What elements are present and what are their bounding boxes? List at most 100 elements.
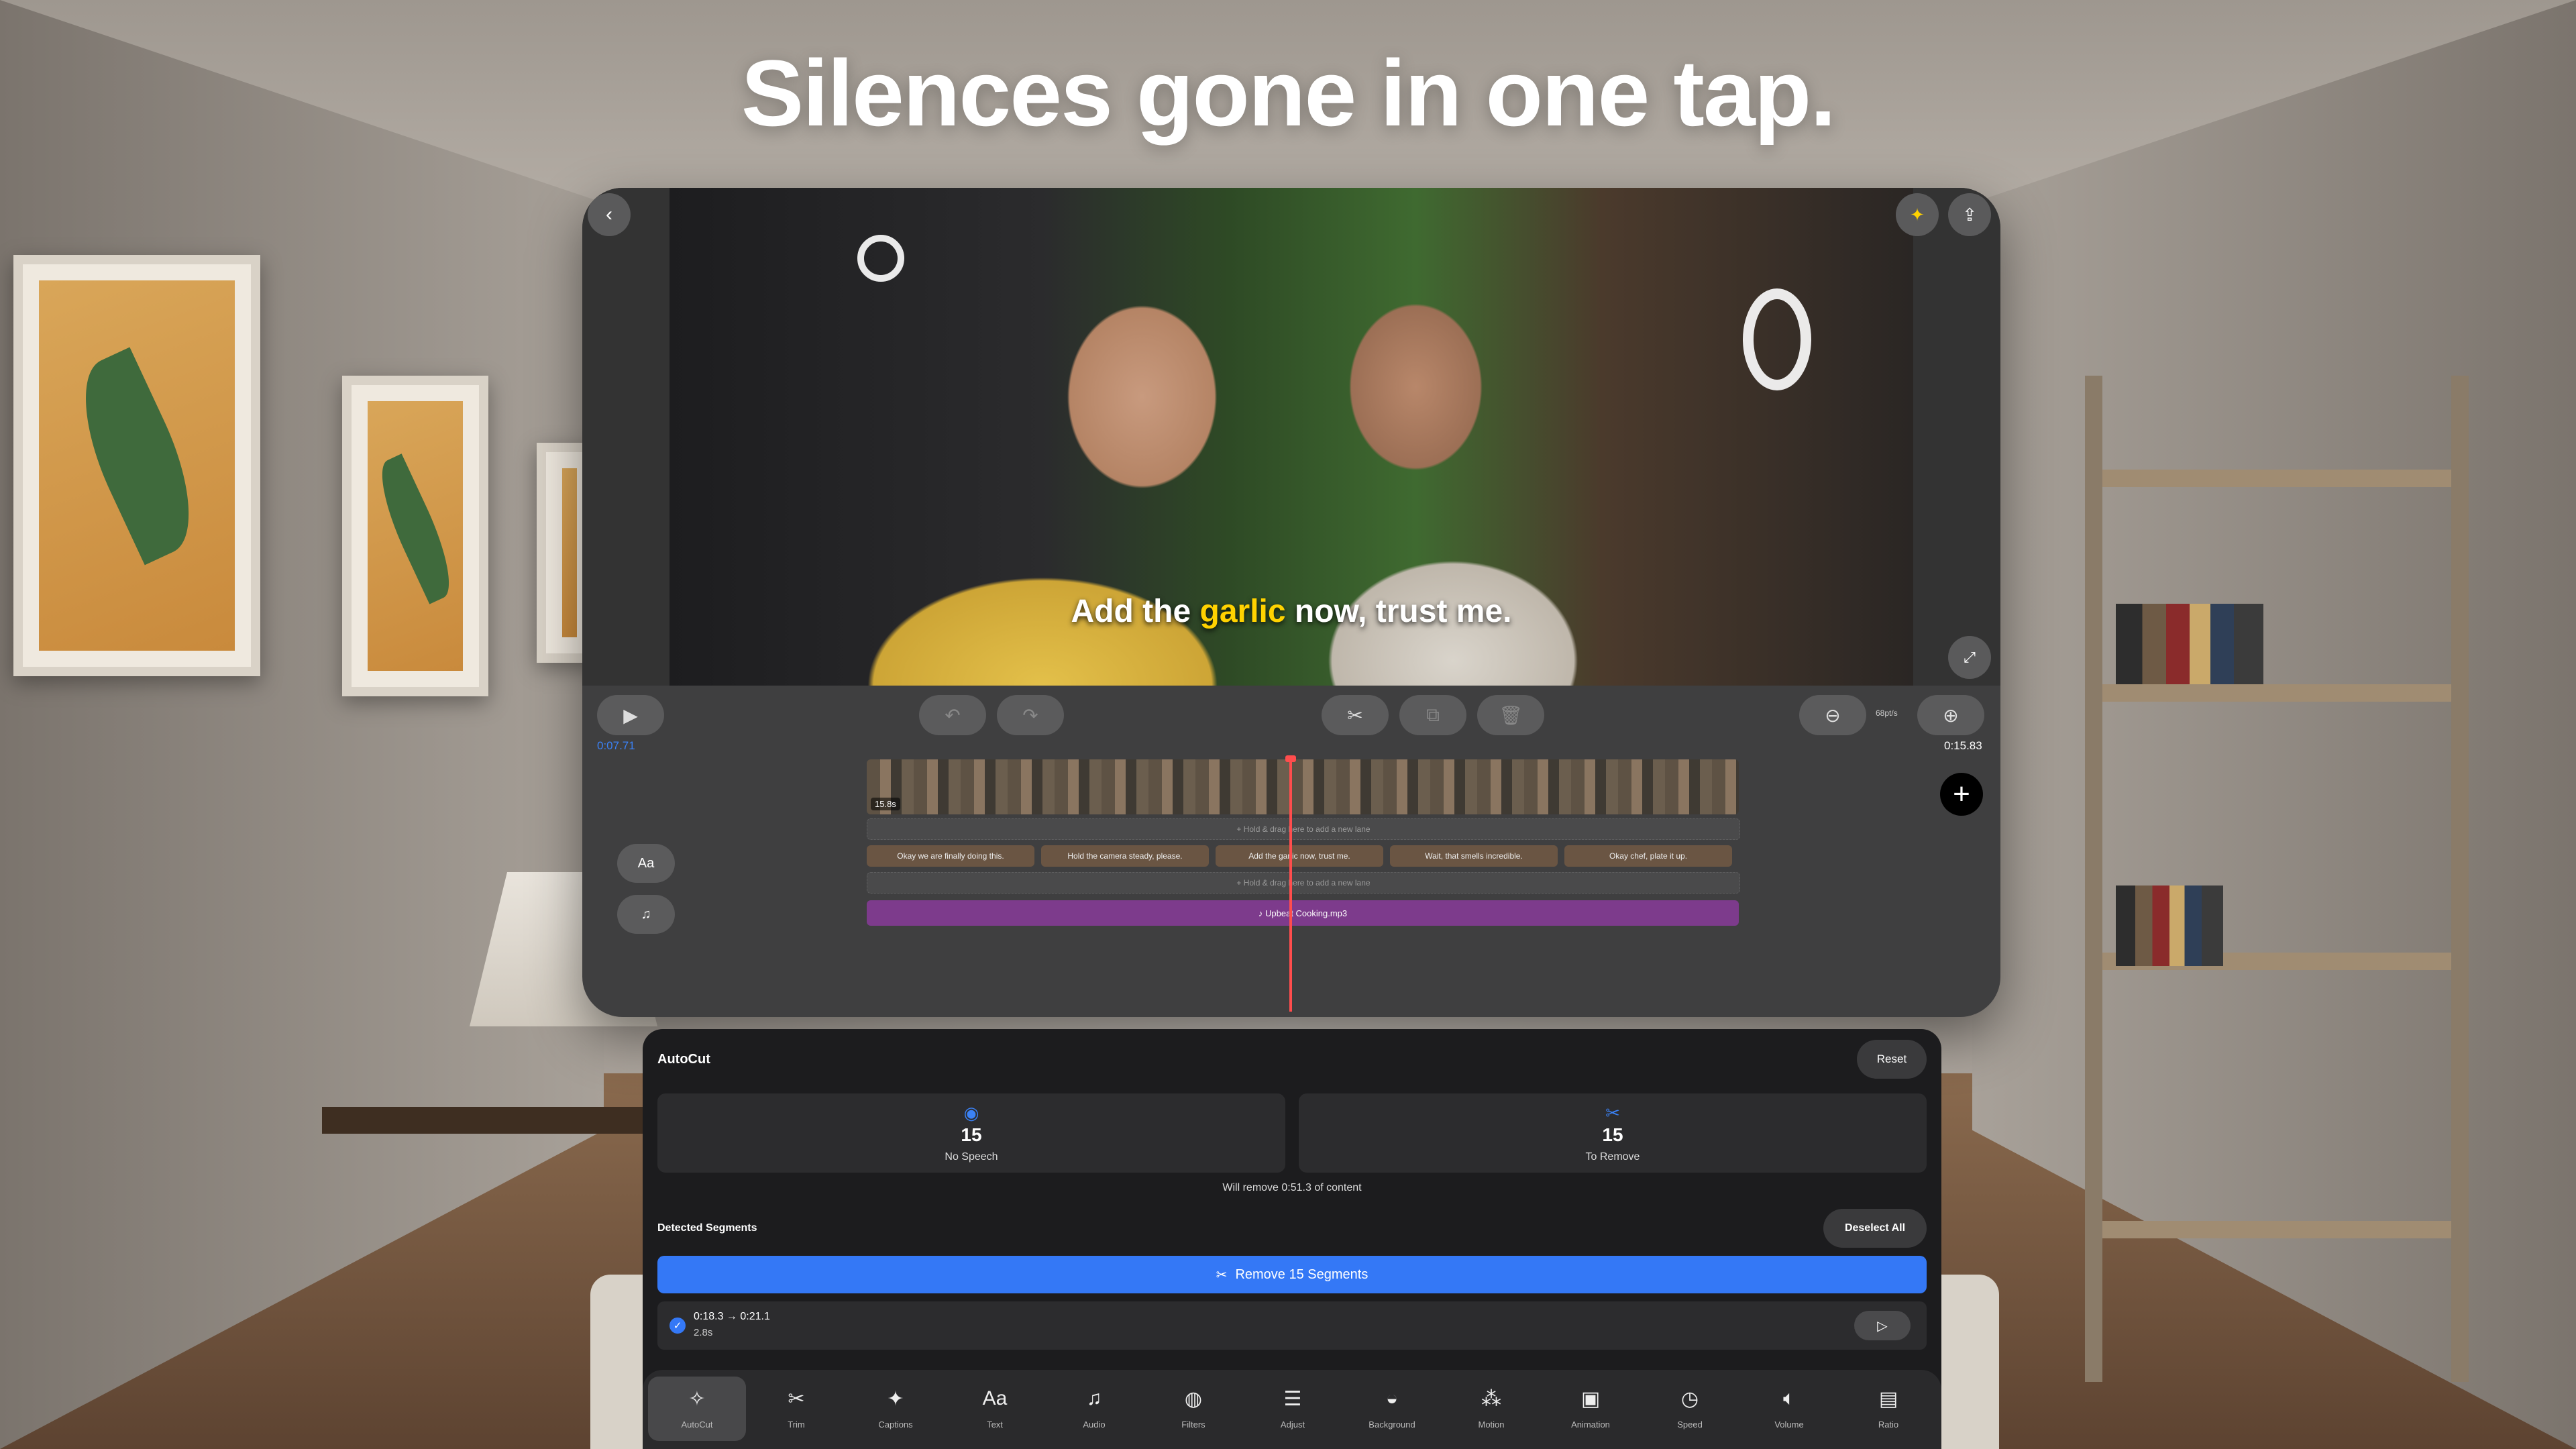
segment-play-button[interactable]: ▷	[1854, 1311, 1911, 1340]
segment-range: 0:18.3 → 0:21.1	[694, 1311, 770, 1322]
motion-icon: ⁂	[1481, 1388, 1501, 1410]
tab-volume[interactable]: 🔈︎ Volume	[1740, 1377, 1838, 1441]
to-remove-stat: ✂ 15 To Remove	[1299, 1093, 1927, 1173]
audio-icon: ♫	[1086, 1387, 1102, 1409]
zoom-out-button[interactable]: ⊖	[1799, 695, 1866, 735]
scissors-icon: ✂	[788, 1388, 805, 1410]
segment-length: 2.8s	[694, 1327, 713, 1338]
segment-row[interactable]: ✓ 0:18.3 → 0:21.1 2.8s ▷	[657, 1301, 1927, 1350]
wall-art-frame	[13, 255, 260, 676]
tab-autocut[interactable]: ✧ AutoCut	[648, 1377, 746, 1441]
zoom-level: 68pt/s	[1876, 708, 1898, 718]
captions-icon: ✦	[887, 1388, 904, 1410]
autocut-icon: ✧	[688, 1388, 706, 1410]
reset-button[interactable]: Reset	[1857, 1040, 1927, 1079]
filters-icon: ◍	[1184, 1388, 1203, 1410]
tab-label: AutoCut	[681, 1419, 713, 1430]
wall-art-frame	[342, 376, 488, 696]
tab-text[interactable]: Aa Text	[946, 1377, 1044, 1441]
duplicate-icon: ⧉	[1426, 704, 1440, 725]
caption-clip[interactable]: Wait, that smells incredible.	[1390, 845, 1558, 867]
tab-ratio[interactable]: ▤ Ratio	[1839, 1377, 1937, 1441]
tab-audio[interactable]: ♫ Audio	[1045, 1377, 1143, 1441]
tab-label: Volume	[1774, 1419, 1804, 1430]
expand-icon: ⤢	[1964, 649, 1976, 665]
tab-label: Filters	[1181, 1419, 1205, 1430]
caption-clip[interactable]: Okay chef, plate it up.	[1564, 845, 1732, 867]
add-lane-hint[interactable]: + Hold & drag here to add a new lane	[867, 818, 1740, 840]
ratio-icon: ▤	[1878, 1388, 1898, 1410]
plus-icon: +	[1953, 777, 1970, 810]
add-audio-lane-button[interactable]: ♫	[617, 895, 675, 934]
play-icon: ▶	[623, 704, 638, 726]
add-media-button[interactable]: +	[1940, 773, 1983, 816]
checkmark-icon[interactable]: ✓	[669, 1318, 686, 1334]
text-icon: Aa	[637, 855, 655, 871]
video-clip-track[interactable]: 15.8s	[867, 759, 1739, 814]
sparkle-icon: ✦	[1910, 204, 1925, 225]
speed-icon: ◷	[1680, 1388, 1699, 1410]
scissors-icon: ✂	[1347, 704, 1363, 726]
caption-clip[interactable]: Hold the camera steady, please.	[1041, 845, 1209, 867]
scissors-icon: ✂	[1605, 1103, 1620, 1123]
current-time: 0:07.71	[597, 739, 635, 752]
remove-segments-button[interactable]: ✂ Remove 15 Segments	[657, 1256, 1927, 1293]
add-text-lane-button[interactable]: Aa	[617, 844, 675, 883]
tab-label: Speed	[1677, 1419, 1703, 1430]
share-icon: ⇪	[1962, 204, 1977, 225]
tab-label: Text	[987, 1419, 1003, 1430]
magic-button[interactable]: ✦	[1896, 193, 1939, 236]
play-circle-icon: ▷	[1877, 1318, 1888, 1334]
tool-tab-bar: ✧ AutoCut ✂ Trim ✦ Captions Aa Text ♫ Audio ◍ Filte…	[643, 1370, 1941, 1449]
side-table	[322, 1107, 657, 1134]
audio-track[interactable]: ♪ Upbeat Cooking.mp3	[867, 900, 1739, 926]
caption-overlay: Add the garlic now, trust me.	[1071, 594, 1512, 629]
bookshelf	[2085, 376, 2469, 1382]
caption-clip[interactable]: Okay we are finally doing this.	[867, 845, 1034, 867]
tab-label: Audio	[1083, 1419, 1106, 1430]
trash-icon: 🗑︎	[1499, 704, 1523, 726]
split-button[interactable]: ✂	[1322, 695, 1389, 735]
background-icon: ◒	[1385, 1387, 1399, 1409]
tab-captions[interactable]: ✦ Captions	[847, 1377, 945, 1441]
tab-trim[interactable]: ✂ Trim	[747, 1377, 845, 1441]
animation-icon: ▣	[1580, 1388, 1601, 1410]
zoom-in-button[interactable]: ⊕	[1917, 695, 1984, 735]
video-frame[interactable]: Add the garlic now, trust me.	[669, 188, 1913, 686]
tab-label: Motion	[1478, 1419, 1505, 1430]
undo-button[interactable]: ↶	[919, 695, 986, 735]
duplicate-button[interactable]: ⧉	[1399, 695, 1466, 735]
playhead[interactable]	[1289, 757, 1292, 1012]
redo-icon: ↷	[1022, 704, 1038, 726]
tab-adjust[interactable]: ☰ Adjust	[1244, 1377, 1342, 1441]
caption-clip[interactable]: Add the garlic now, trust me.	[1216, 845, 1383, 867]
play-button[interactable]: ▶	[597, 695, 664, 735]
tab-animation[interactable]: ▣ Animation	[1542, 1377, 1640, 1441]
adjust-icon: ☰	[1283, 1388, 1302, 1410]
chevron-left-icon: ‹	[606, 203, 612, 225]
total-time: 0:15.83	[1944, 739, 1982, 752]
headline: Silences gone in one tap.	[741, 40, 1836, 146]
tab-motion[interactable]: ⁂ Motion	[1442, 1377, 1540, 1441]
text-icon: Aa	[982, 1387, 1008, 1409]
tab-label: Animation	[1571, 1419, 1610, 1430]
volume-icon: 🔈︎	[1783, 1387, 1795, 1409]
deselect-all-button[interactable]: Deselect All	[1823, 1209, 1927, 1248]
tab-background[interactable]: ◒ Background	[1343, 1377, 1441, 1441]
clip-duration: 15.8s	[871, 798, 900, 810]
share-button[interactable]: ⇪	[1948, 193, 1991, 236]
tab-speed[interactable]: ◷ Speed	[1641, 1377, 1739, 1441]
caption-track: Okay we are finally doing this. Hold the…	[867, 845, 1739, 867]
add-lane-hint[interactable]: + Hold & drag here to add a new lane	[867, 872, 1740, 894]
tab-filters[interactable]: ◍ Filters	[1144, 1377, 1242, 1441]
removal-summary: Will remove 0:51.3 of content	[1222, 1182, 1362, 1193]
delete-button[interactable]: 🗑︎	[1477, 695, 1544, 735]
tab-label: Adjust	[1280, 1419, 1305, 1430]
back-button[interactable]: ‹	[588, 193, 631, 236]
detected-segments-heading: Detected Segments	[657, 1222, 757, 1234]
zoom-in-icon: ⊕	[1943, 704, 1959, 726]
video-preview: Add the garlic now, trust me. ‹ ✦ ⇪ ⤢	[582, 188, 2000, 686]
fullscreen-button[interactable]: ⤢	[1948, 636, 1991, 679]
editor-toolbar: ▶ 0:07.71 ↶ ↷ ✂ ⧉ 🗑︎ ⊖ 68pt/s ⊕ 0:15.83	[582, 686, 2000, 753]
redo-button[interactable]: ↷	[997, 695, 1064, 735]
